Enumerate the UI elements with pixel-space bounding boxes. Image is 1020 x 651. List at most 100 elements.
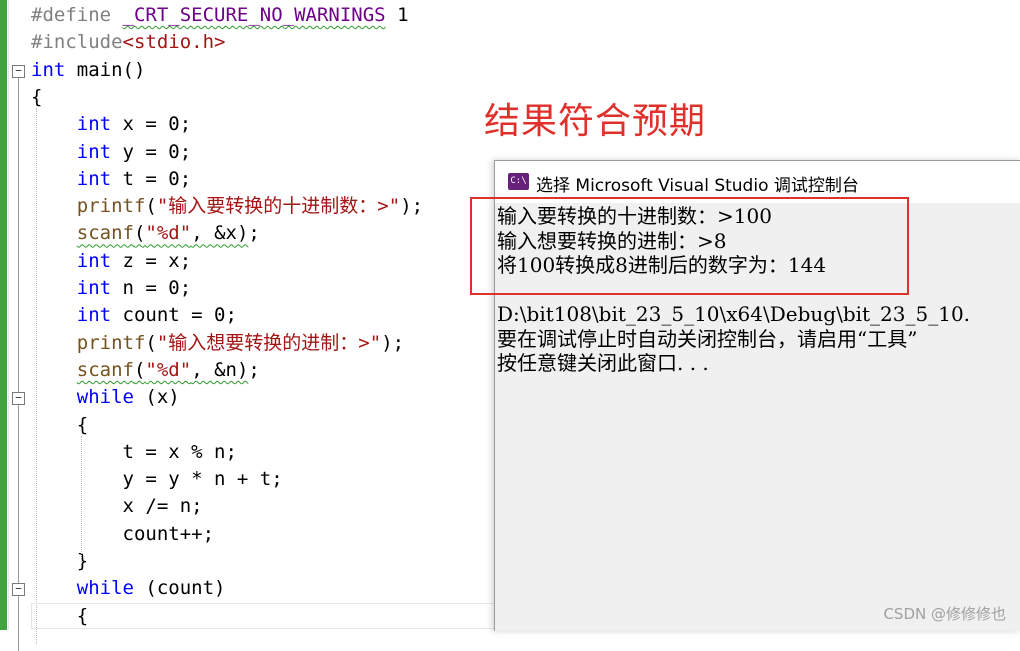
console-title: 选择 Microsoft Visual Studio 调试控制台 — [536, 176, 859, 196]
code-token: x /= n; — [31, 495, 203, 518]
code-token: } — [31, 550, 89, 572]
code-token: x = 0; — [111, 113, 192, 136]
code-token: ( — [145, 331, 157, 354]
code-token: ( — [133, 222, 146, 245]
code-token: ); — [381, 331, 405, 354]
code-line[interactable]: printf("输入要转换的十进制数：>"); — [31, 193, 423, 220]
code-line[interactable]: t = x % n; — [31, 439, 237, 466]
code-token: y = y * n + t; — [31, 468, 283, 491]
code-token: printf — [76, 195, 146, 218]
code-token: t = 0; — [111, 167, 192, 190]
watermark: CSDN @修修修也 — [883, 605, 1006, 623]
code-line[interactable]: while (x) — [31, 384, 180, 411]
code-line[interactable]: printf("输入想要转换的进制：>"); — [31, 330, 404, 357]
code-line[interactable]: #define _CRT_SECURE_NO_WARNINGS 1 — [31, 2, 409, 29]
indent-guide — [81, 435, 82, 562]
code-token: int — [76, 140, 112, 163]
code-token: t = x % n; — [31, 440, 237, 463]
code-token: (x) — [133, 386, 180, 409]
code-token: ( — [145, 195, 157, 218]
fold-collapse-icon[interactable]: − — [12, 392, 25, 406]
code-token: , &n) — [191, 358, 249, 381]
code-token: printf — [76, 331, 146, 354]
code-line[interactable]: int main() — [31, 57, 145, 84]
code-token: ; — [248, 222, 260, 245]
code-token: int — [76, 304, 112, 327]
code-line[interactable]: scanf("%d", &n); — [31, 357, 260, 384]
code-token: int — [76, 167, 112, 190]
change-indicator-bar — [0, 0, 7, 630]
code-line[interactable]: { — [31, 84, 42, 111]
code-token: int — [76, 113, 112, 136]
code-token: <stdio.h> — [122, 31, 226, 54]
console-output-line: 按任意键关闭此窗口. . . — [497, 351, 709, 375]
code-token: "输入想要转换的进制：>" — [156, 331, 382, 354]
code-token: count++; — [31, 522, 215, 545]
code-line[interactable]: x /= n; — [31, 493, 203, 520]
code-token: "%d" — [145, 222, 192, 245]
code-token: "输入要转换的十进制数：>" — [156, 195, 401, 218]
code-line[interactable]: y = y * n + t; — [31, 466, 283, 493]
code-line[interactable]: while (count) — [31, 575, 226, 602]
code-token: { — [31, 413, 89, 436]
code-line[interactable]: #include<stdio.h> — [31, 29, 225, 56]
code-token: ( — [133, 358, 146, 381]
console-output-line: D:\bit108\bit_23_5_10\x64\Debug\bit_23_5… — [497, 302, 971, 326]
code-line[interactable]: int t = 0; — [31, 166, 191, 193]
code-token: { — [31, 85, 43, 108]
code-token: z = x; — [111, 249, 192, 272]
code-line[interactable]: scanf("%d", &x); — [31, 220, 260, 247]
result-highlight-box — [470, 197, 909, 295]
gutter-divider — [8, 0, 9, 630]
fold-collapse-icon[interactable]: − — [12, 64, 25, 78]
code-token: y = 0; — [111, 140, 192, 163]
code-token: while — [76, 386, 134, 409]
code-token: ); — [400, 195, 424, 218]
code-token: main() — [65, 58, 146, 81]
visual-studio-console-icon: C:\ — [508, 173, 529, 190]
code-token: , &x) — [191, 222, 249, 245]
code-token: 1 — [385, 4, 409, 26]
console-output-line: 要在调试停止时自动关闭控制台，请启用“工具” — [497, 326, 918, 351]
code-token: "%d" — [145, 358, 192, 381]
code-token: (count) — [133, 577, 226, 600]
code-line[interactable]: int n = 0; — [31, 275, 191, 302]
code-line[interactable]: { — [31, 412, 88, 439]
code-line[interactable]: } — [31, 548, 88, 575]
code-token: #include — [31, 31, 123, 54]
code-token: scanf — [76, 222, 134, 245]
code-token: #define — [31, 4, 123, 26]
code-line[interactable]: int y = 0; — [31, 139, 191, 166]
code-line[interactable]: int x = 0; — [31, 111, 191, 138]
fold-range-line — [18, 596, 19, 651]
current-line-highlight — [31, 603, 501, 629]
code-token: int — [76, 249, 112, 272]
code-token: ; — [248, 358, 260, 381]
code-token: _CRT_SECURE_NO_WARNINGS — [122, 4, 386, 26]
code-line[interactable]: int z = x; — [31, 248, 191, 275]
code-token: while — [76, 577, 134, 600]
code-token: int — [76, 277, 112, 299]
result-annotation: 结果符合预期 — [484, 101, 707, 142]
code-token: count = 0; — [111, 304, 237, 327]
indent-guide — [36, 107, 37, 644]
code-line[interactable]: int count = 0; — [31, 302, 237, 329]
code-token: int — [31, 58, 66, 81]
fold-range-line — [18, 405, 19, 569]
code-token: scanf — [76, 358, 134, 381]
fold-collapse-icon[interactable]: − — [12, 583, 25, 597]
code-token: n = 0; — [111, 277, 192, 299]
code-line[interactable]: count++; — [31, 521, 215, 548]
